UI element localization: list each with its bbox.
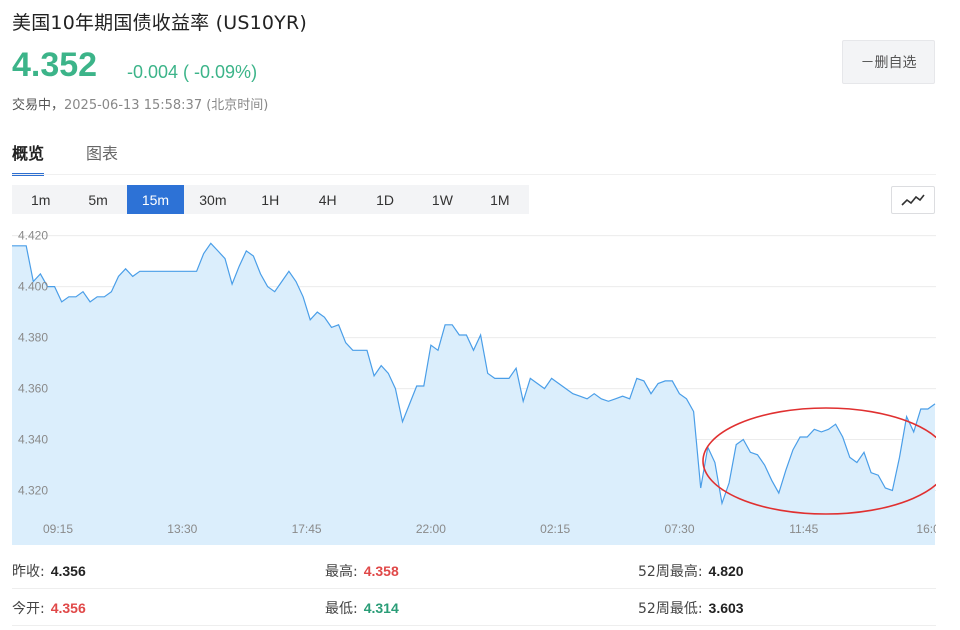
stat-value: 4.820 — [708, 563, 744, 579]
stat-value: 4.356 — [50, 563, 86, 579]
y-tick-label: 4.320 — [18, 484, 48, 498]
stat-value: 3.603 — [708, 600, 744, 616]
y-tick-label: 4.380 — [18, 331, 48, 345]
stat-value: 4.314 — [363, 600, 399, 616]
stat-label: 52周最低: — [638, 601, 703, 617]
stat-low: 最低: 4.314 — [325, 598, 399, 618]
stats-row: 昨收: 4.356 最高: 4.358 52周最高: 4.820 — [12, 552, 936, 589]
period-15m[interactable]: 15m — [126, 185, 185, 214]
y-tick-label: 4.400 — [18, 280, 48, 294]
trading-status: 交易中，2025-06-13 15:58:37 (北京时间) — [12, 94, 268, 113]
stat-label: 今开: — [12, 601, 45, 617]
stat-label: 52周最高: — [638, 564, 703, 580]
stat-label: 最高: — [325, 564, 358, 580]
x-tick-label: 13:30 — [167, 522, 197, 536]
stat-52w-low: 52周最低: 3.603 — [638, 598, 744, 618]
period-1m[interactable]: 1m — [12, 185, 69, 214]
status-label: 交易中， — [12, 98, 65, 113]
x-tick-label: 11:45 — [789, 522, 818, 536]
price-chart[interactable]: 4.420 4.400 4.380 4.360 4.340 4.320 09:15 13:30… — [12, 228, 936, 545]
stat-label: 昨收: — [12, 564, 45, 580]
x-tick-label: 16:0 — [916, 522, 936, 536]
chart-type-button[interactable] — [891, 186, 935, 214]
period-1h[interactable]: 1H — [242, 185, 299, 214]
instrument-title: 美国10年期国债收益率 (US10YR) — [12, 12, 307, 34]
tab-overview[interactable]: 概览 — [12, 140, 45, 176]
x-tick-label: 17:45 — [292, 522, 322, 536]
view-tabs: 概览 图表 — [12, 140, 118, 176]
price-change: -0.004 ( -0.09%) — [127, 62, 258, 82]
period-1d[interactable]: 1D — [356, 185, 413, 214]
stat-value: 4.356 — [50, 600, 86, 616]
period-30m[interactable]: 30m — [184, 185, 241, 214]
price-chart-svg: 4.420 4.400 4.380 4.360 4.340 4.320 09:15 13:30… — [12, 228, 936, 545]
stats-row: 今开: 4.356 最低: 4.314 52周最低: 3.603 — [12, 589, 936, 626]
stat-high: 最高: 4.358 — [325, 561, 399, 581]
stat-label: 最低: — [325, 601, 358, 617]
period-1w[interactable]: 1W — [414, 185, 471, 214]
period-5m[interactable]: 5m — [69, 185, 126, 214]
x-tick-label: 07:30 — [664, 522, 694, 536]
status-timestamp: 2025-06-13 15:58:37 (北京时间) — [64, 98, 269, 113]
line-chart-icon — [901, 194, 925, 206]
stats-table: 昨收: 4.356 最高: 4.358 52周最高: 4.820 今开: 4.356 最… — [12, 552, 936, 626]
remove-favorite-button[interactable]: －删自选 — [842, 40, 935, 84]
period-1mo[interactable]: 1M — [471, 185, 528, 214]
x-tick-label: 09:15 — [43, 522, 73, 536]
tabs-divider — [12, 174, 936, 175]
stat-value: 4.358 — [363, 563, 399, 579]
period-4h[interactable]: 4H — [299, 185, 356, 214]
y-tick-label: 4.360 — [18, 382, 48, 396]
current-price: 4.352 — [12, 46, 98, 84]
x-tick-label: 02:15 — [540, 522, 570, 536]
stat-prev-close: 昨收: 4.356 — [12, 561, 86, 581]
y-tick-label: 4.420 — [18, 229, 48, 243]
period-selector: 1m 5m 15m 30m 1H 4H 1D 1W 1M — [12, 185, 529, 214]
stat-open: 今开: 4.356 — [12, 598, 86, 618]
x-tick-label: 22:00 — [416, 522, 446, 536]
stat-52w-high: 52周最高: 4.820 — [638, 561, 744, 581]
tab-chart[interactable]: 图表 — [86, 140, 118, 176]
y-tick-label: 4.340 — [18, 433, 48, 447]
